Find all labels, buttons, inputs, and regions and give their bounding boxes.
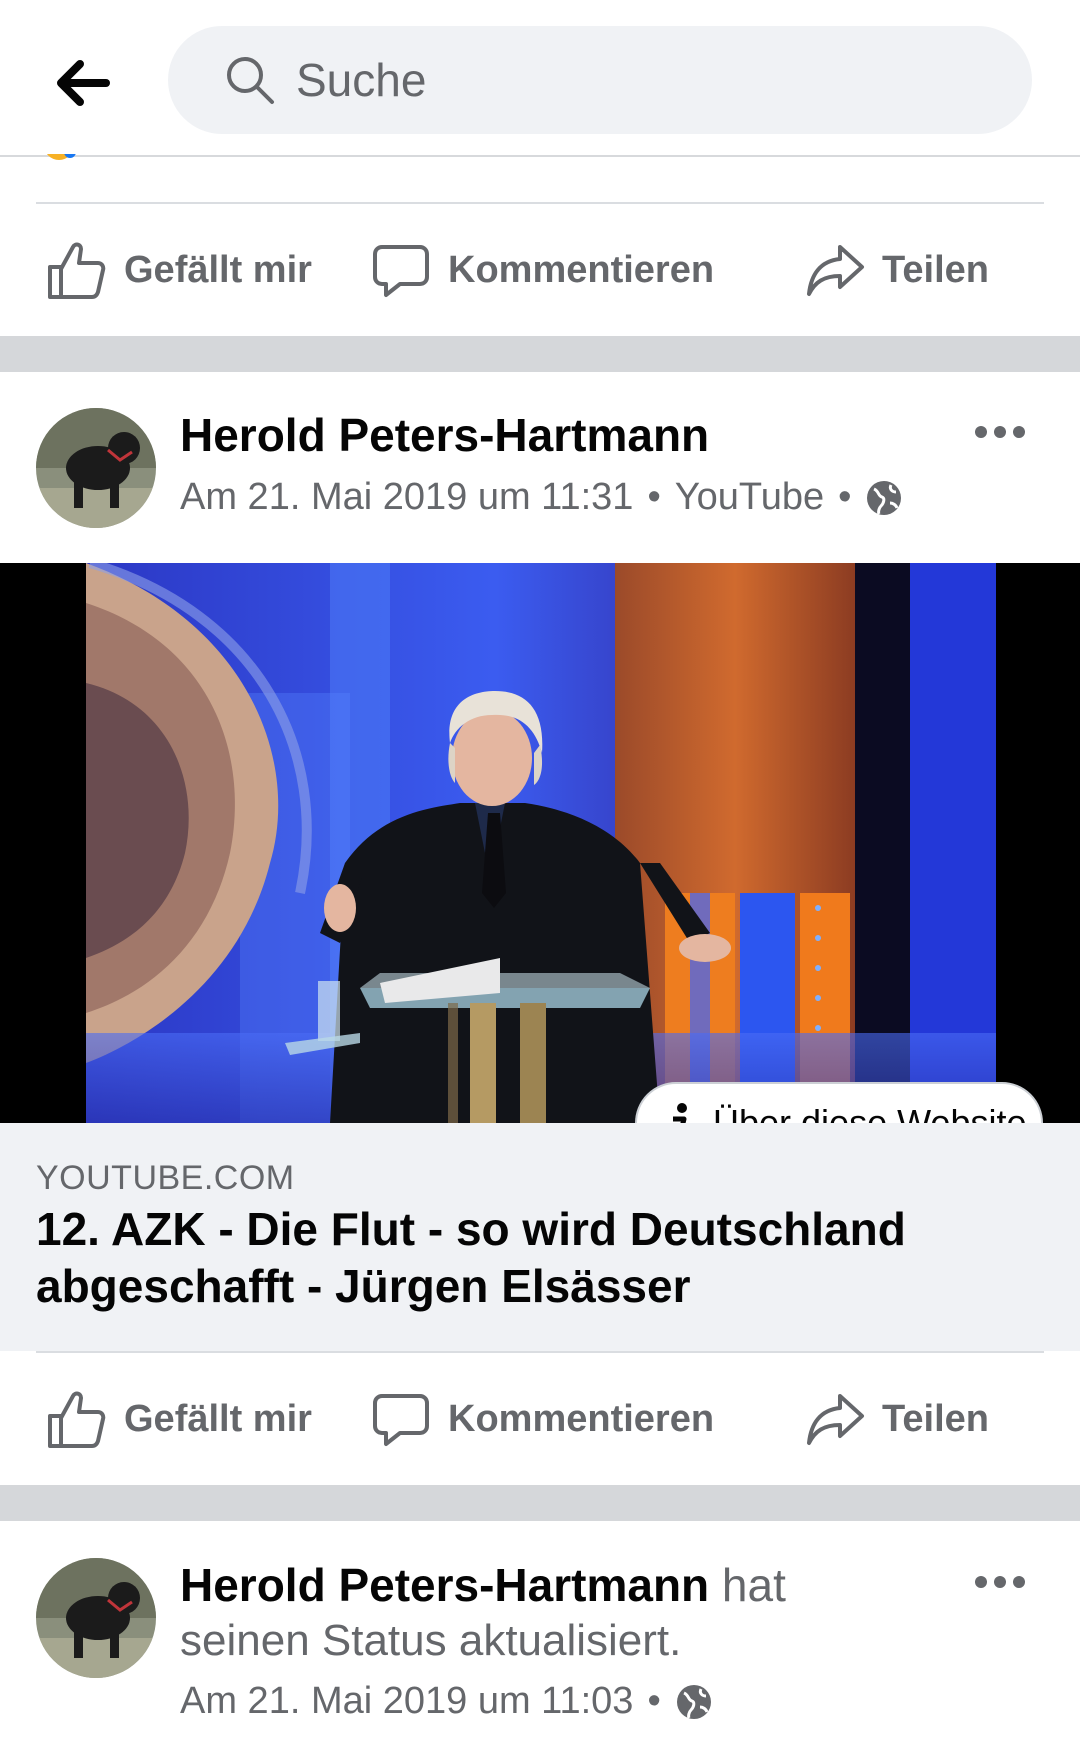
post-author[interactable]: Herold Peters-Hartmann bbox=[180, 408, 709, 462]
back-button[interactable] bbox=[50, 50, 116, 116]
like-label: Gefällt mir bbox=[124, 248, 312, 291]
link-preview-image[interactable] bbox=[0, 563, 1080, 1123]
link-title: 12. AZK - Die Flut - so wird Deutschland… bbox=[36, 1203, 906, 1312]
comment-button[interactable]: Kommentieren bbox=[370, 1353, 714, 1485]
share-button[interactable]: Teilen bbox=[804, 204, 989, 336]
search-input[interactable] bbox=[296, 53, 1032, 107]
reaction-icons-peek bbox=[44, 154, 78, 164]
link-domain: YOUTUBE.COM bbox=[36, 1159, 295, 1197]
status-prefix: hat bbox=[721, 1559, 786, 1611]
post-meta: Am 21. Mai 2019 um 11:03 • bbox=[180, 1680, 713, 1723]
comment-label: Kommentieren bbox=[448, 248, 715, 291]
facebook-feed-screen: Gefällt mir Kommentieren Teilen bbox=[0, 0, 1080, 1740]
more-options-button[interactable] bbox=[970, 1562, 1030, 1602]
globe-icon bbox=[865, 479, 903, 517]
post-timestamp[interactable]: Am 21. Mai 2019 um 11:31 bbox=[180, 476, 633, 519]
speech-bubble-icon bbox=[370, 1388, 432, 1450]
like-label: Gefällt mir bbox=[124, 1397, 312, 1440]
status-text: seinen Status aktualisiert. bbox=[180, 1616, 682, 1665]
feed-separator bbox=[0, 336, 1080, 372]
globe-icon bbox=[675, 1683, 713, 1721]
speech-bubble-icon bbox=[370, 239, 432, 301]
share-label: Teilen bbox=[882, 248, 989, 291]
post-meta: Am 21. Mai 2019 um 11:31 • YouTube • bbox=[180, 476, 903, 519]
post-timestamp[interactable]: Am 21. Mai 2019 um 11:03 bbox=[180, 1680, 633, 1723]
more-options-button[interactable] bbox=[970, 412, 1030, 452]
thumbs-up-icon bbox=[46, 1388, 108, 1450]
link-preview-box[interactable]: YOUTUBE.COM 12. AZK - Die Flut - so wird… bbox=[0, 1123, 1080, 1351]
like-button[interactable]: Gefällt mir bbox=[46, 1353, 312, 1485]
share-button[interactable]: Teilen bbox=[804, 1353, 989, 1485]
comment-button[interactable]: Kommentieren bbox=[370, 204, 714, 336]
avatar[interactable] bbox=[36, 1558, 156, 1678]
search-bar[interactable] bbox=[168, 26, 1032, 134]
share-label: Teilen bbox=[882, 1397, 989, 1440]
post-actions-bar: Gefällt mir Kommentieren Teilen bbox=[0, 204, 1080, 336]
arrow-left-icon bbox=[57, 60, 110, 106]
avatar[interactable] bbox=[36, 408, 156, 528]
more-horizontal-icon bbox=[975, 1576, 1025, 1588]
search-icon bbox=[224, 54, 276, 106]
post-author-line: Herold Peters-Hartmann hat bbox=[180, 1558, 786, 1612]
meta-separator: • bbox=[647, 476, 661, 518]
more-horizontal-icon bbox=[975, 426, 1025, 438]
post-actions-bar: Gefällt mir Kommentieren Teilen bbox=[0, 1353, 1080, 1485]
post-author[interactable]: Herold Peters-Hartmann bbox=[180, 1559, 709, 1611]
comment-label: Kommentieren bbox=[448, 1397, 715, 1440]
like-button[interactable]: Gefällt mir bbox=[46, 204, 312, 336]
feed-separator bbox=[0, 1485, 1080, 1521]
meta-separator: • bbox=[838, 476, 852, 518]
share-arrow-icon bbox=[804, 239, 866, 301]
meta-separator: • bbox=[647, 1680, 661, 1722]
thumbs-up-icon bbox=[46, 239, 108, 301]
top-bar bbox=[0, 0, 1080, 157]
share-arrow-icon bbox=[804, 1388, 866, 1450]
post-source: YouTube bbox=[674, 476, 825, 518]
